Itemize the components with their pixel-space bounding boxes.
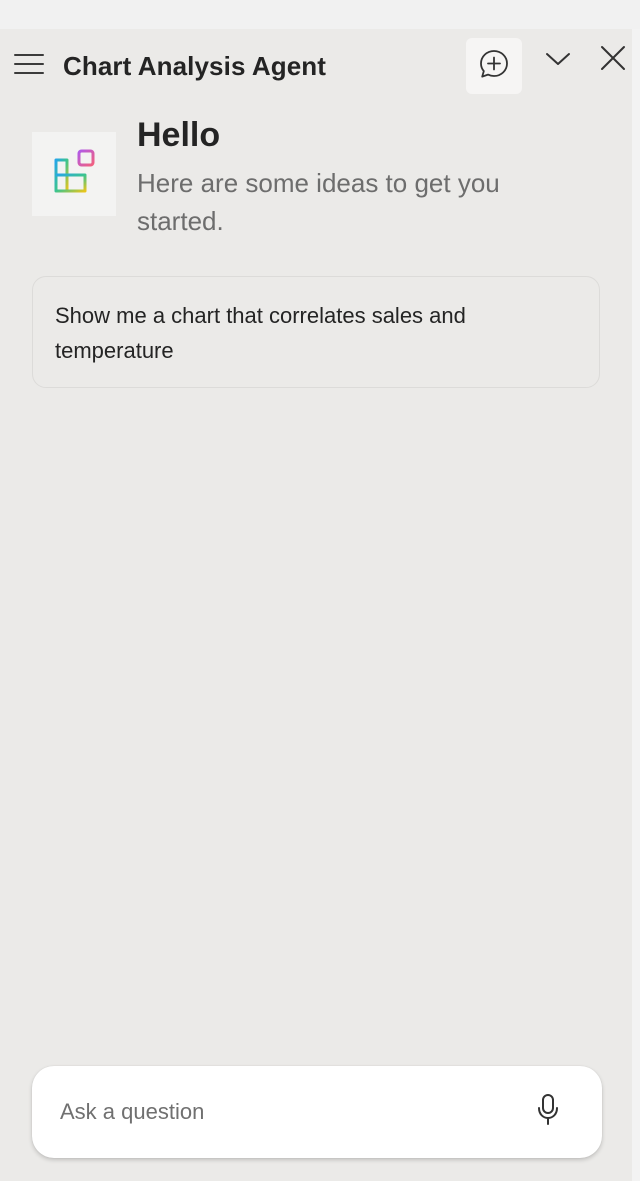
greeting-title: Hello	[137, 116, 221, 154]
panel-header: Chart Analysis Agent	[0, 29, 632, 105]
new-chat-button[interactable]	[466, 38, 522, 94]
suggestion-card[interactable]: Show me a chart that correlates sales an…	[32, 276, 600, 388]
chat-add-icon	[478, 48, 510, 85]
collapse-button[interactable]	[540, 43, 576, 79]
panel-title: Chart Analysis Agent	[63, 51, 327, 81]
chevron-down-icon	[545, 51, 571, 72]
greeting: Hello Here are some ideas to get you sta…	[137, 114, 607, 240]
menu-button[interactable]	[10, 47, 48, 85]
hamburger-menu-icon	[14, 53, 44, 80]
composer	[32, 1066, 602, 1158]
microphone-icon	[536, 1093, 560, 1132]
agent-logo	[32, 132, 116, 216]
ask-question-input[interactable]	[60, 1090, 500, 1134]
close-button[interactable]	[595, 42, 631, 78]
window-top-strip	[0, 0, 640, 29]
agent-logo-icon	[51, 149, 97, 200]
window-edge	[632, 29, 640, 1181]
close-icon	[600, 45, 626, 76]
agent-panel: Chart Analysis Agent Hello Here are some…	[0, 29, 632, 1181]
microphone-button[interactable]	[528, 1090, 568, 1134]
greeting-subtitle: Here are some ideas to get you started.	[137, 168, 500, 236]
